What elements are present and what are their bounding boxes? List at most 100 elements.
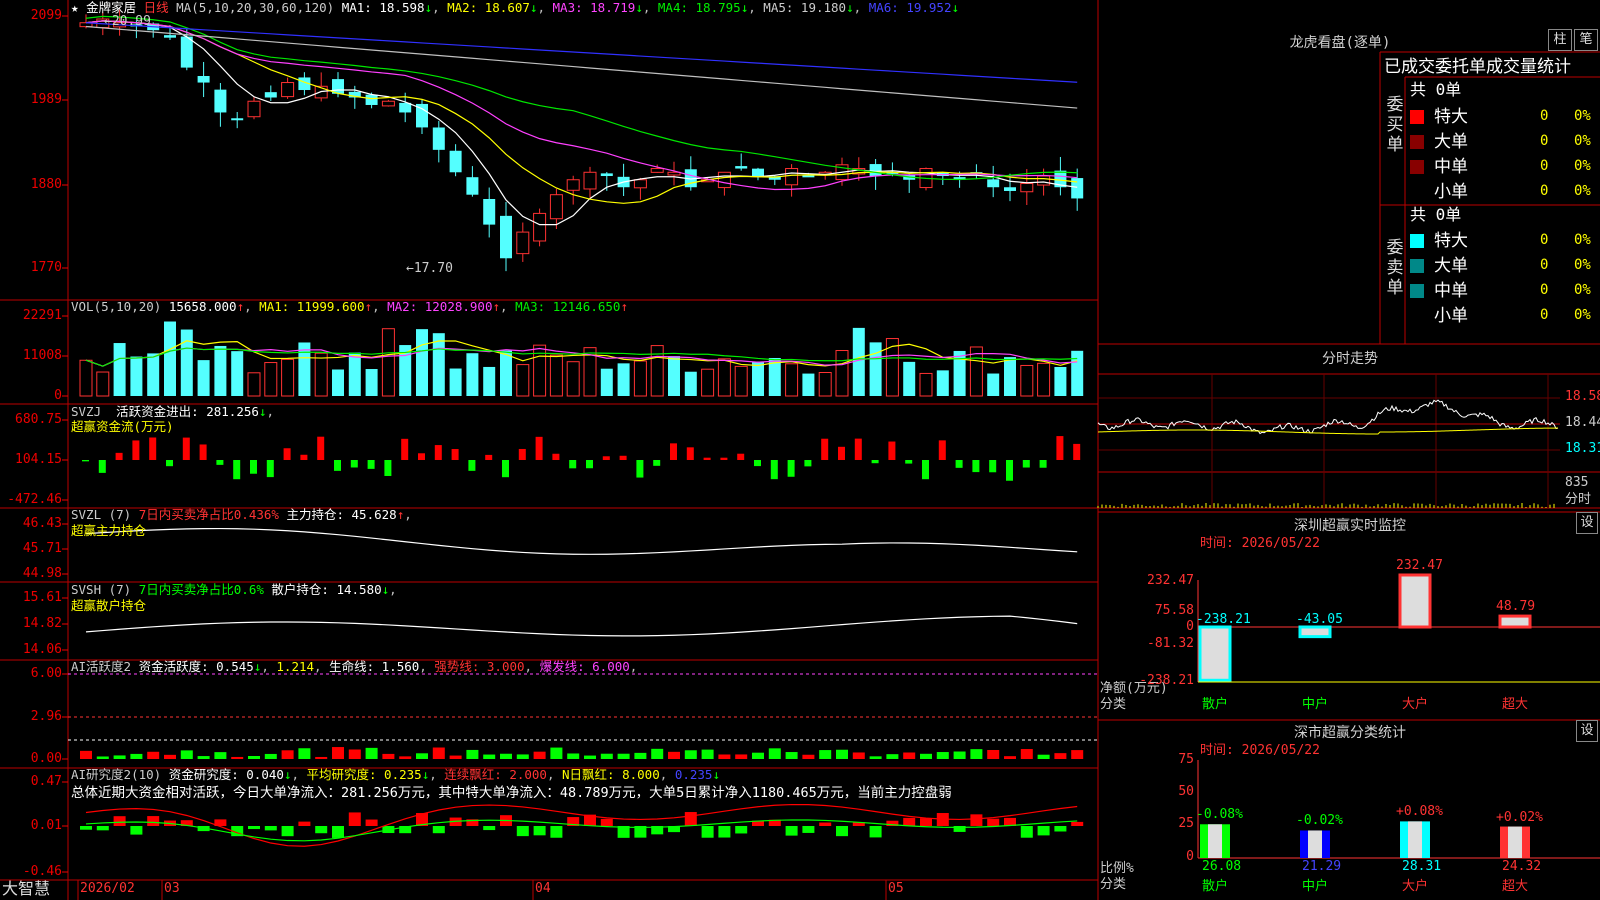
candle-body xyxy=(869,164,882,177)
row-label: 大单 xyxy=(1434,132,1468,152)
ai-research-bar xyxy=(701,826,714,838)
fund-flow-bar xyxy=(518,448,526,460)
fund-flow-bar xyxy=(602,456,610,460)
buy-label: 委买单 xyxy=(1386,95,1404,155)
candle-body xyxy=(281,82,295,98)
ai-research-bar xyxy=(432,826,445,834)
volume-bar xyxy=(668,356,680,396)
svsh-legend: SVSH (7) 7日内买卖净占比0.6% 散户持仓: 14.580↓, xyxy=(71,582,397,597)
classify-xlabel: 分类 xyxy=(1100,877,1127,892)
svzj-sub: 超赢资金流(万元) xyxy=(71,419,174,434)
monitor-axis-label: 0 xyxy=(1186,619,1194,634)
ai-research-bar xyxy=(248,826,260,830)
monitor-bar-value: -238.21 xyxy=(1196,612,1251,627)
fund-flow-bar xyxy=(1006,460,1013,481)
price-axis-label: 1880 xyxy=(30,177,62,192)
volume-bar xyxy=(466,353,479,396)
ai-active-bar xyxy=(130,753,143,759)
fund-flow-bar xyxy=(821,438,829,460)
tick-mode-button[interactable]: 笔 xyxy=(1574,29,1598,51)
row-swatch xyxy=(1410,284,1424,298)
ai-active-bar xyxy=(365,747,378,759)
month-05: 05 xyxy=(888,881,904,896)
ai-active-bar xyxy=(1004,756,1016,759)
fund-flow-bar xyxy=(451,449,459,460)
month-03: 03 xyxy=(164,881,180,896)
ai-active-bar xyxy=(96,756,109,759)
ai-research-bar xyxy=(550,826,563,838)
classify-value: 24.32 xyxy=(1502,859,1542,874)
fund-flow-bar xyxy=(854,438,862,460)
svzj-axis-label: -472.46 xyxy=(7,492,62,507)
fund-flow-bar xyxy=(703,457,711,460)
classify-axis-label: 25 xyxy=(1178,816,1194,831)
ai-research-bar xyxy=(836,826,848,837)
ai-active-bar xyxy=(718,754,731,759)
ai-research-bar xyxy=(516,826,529,837)
ai-research-bar xyxy=(1037,826,1050,836)
monitor-settings-button[interactable]: 设 xyxy=(1576,512,1598,534)
fund-flow-bar xyxy=(535,436,543,460)
ai-active-bar xyxy=(684,750,697,759)
fund-flow-bar xyxy=(905,460,913,464)
fund-flow-bar xyxy=(166,460,173,467)
volume-bar xyxy=(549,354,563,397)
fund-flow-bar xyxy=(1022,460,1030,468)
period-label[interactable]: 日线 xyxy=(144,0,169,15)
candle-body xyxy=(214,89,227,113)
fund-flow-bar xyxy=(401,438,409,460)
volume-bar xyxy=(617,363,630,396)
volume-bar xyxy=(79,359,93,397)
candlesticks xyxy=(79,9,1084,272)
fund-flow-bar xyxy=(871,460,879,464)
svsh-axis-label: 15.61 xyxy=(22,590,62,605)
ai-active-bar xyxy=(584,755,596,759)
row-pct: 0% xyxy=(1574,282,1591,298)
fund-flow-bar xyxy=(115,452,123,460)
ai-research-bar xyxy=(869,826,882,838)
ai-research-bar xyxy=(735,826,748,834)
monitor-bar-0 xyxy=(1198,625,1232,682)
price-axis-label: 2099 xyxy=(30,8,62,23)
monitor-title: 深圳超赢实时监控 xyxy=(1294,518,1406,534)
ai-research-bar xyxy=(970,814,983,826)
volume-bar xyxy=(987,373,1000,396)
monitor-bar-value: 48.79 xyxy=(1496,599,1536,615)
fund-flow-bar xyxy=(770,460,778,480)
ai-research-bar xyxy=(903,817,916,826)
candle-body xyxy=(1020,182,1034,193)
monitor-category: 大户 xyxy=(1402,697,1429,712)
svzl-line xyxy=(85,527,1078,555)
ai-active-bar xyxy=(668,751,680,759)
svzj-bars xyxy=(82,436,1081,481)
ai-active-bar xyxy=(147,751,160,759)
monitor-bar-value: -43.05 xyxy=(1296,612,1343,627)
fund-flow-bar xyxy=(569,460,577,469)
ai-active-bar xyxy=(600,753,613,759)
candle-body xyxy=(483,198,496,225)
bar-mode-button[interactable]: 柱 xyxy=(1548,29,1572,51)
monitor-time: 时间: 2026/05/22 xyxy=(1200,536,1320,551)
ai-research-bar xyxy=(987,818,1000,826)
vol-legend: VOL(5,10,20) 15658.000↑, MA1: 11999.600↑… xyxy=(71,299,628,314)
volume-bar xyxy=(432,333,445,396)
row-count: 0 xyxy=(1540,183,1549,199)
ai-research-summary: 总体近期大资金相对活跃，今日大单净流入：281.256万元，其中特大单净流入：4… xyxy=(71,785,952,801)
volume-bar xyxy=(650,345,664,397)
ai-research-axis-label: -0.46 xyxy=(22,864,62,879)
ai-research-bar xyxy=(130,826,143,835)
ai-active-bar xyxy=(836,749,848,759)
volume-bar xyxy=(818,372,832,397)
low-mark: ←17.70 xyxy=(406,261,453,276)
chart-canvas[interactable] xyxy=(0,0,1600,900)
ai-active-bar xyxy=(399,756,412,759)
row-swatch xyxy=(1410,309,1424,323)
monitor-axis-label: 232.47 xyxy=(1147,573,1194,588)
fund-flow-bar xyxy=(787,460,795,477)
stock-name[interactable]: 金牌家居 xyxy=(86,0,136,15)
volume-bar xyxy=(785,363,799,397)
candle-body xyxy=(247,100,261,118)
ai-active-bar xyxy=(819,750,832,759)
candle-body xyxy=(802,175,815,178)
classify-settings-button[interactable]: 设 xyxy=(1576,720,1598,742)
